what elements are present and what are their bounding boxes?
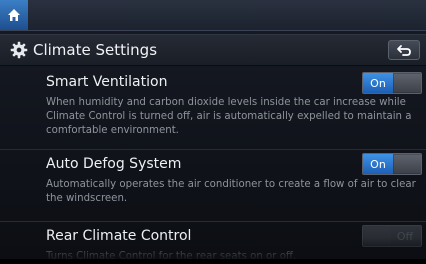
toggle-off-label: Off [396, 229, 414, 243]
back-arrow-icon [397, 45, 411, 56]
toggle-on-label: On [363, 154, 393, 174]
setting-title: Auto Defog System [46, 156, 182, 172]
home-button[interactable] [0, 0, 28, 30]
title-bar: Climate Settings [0, 34, 426, 66]
setting-title: Rear Climate Control [46, 228, 192, 244]
auto-defog-toggle[interactable]: On [362, 153, 422, 175]
setting-description: Turns Climate Control for the rear seats… [46, 251, 297, 262]
toggle-on-label: On [363, 73, 393, 93]
top-bar [0, 0, 426, 31]
toggle-knob [394, 155, 421, 173]
toggle-knob [364, 227, 391, 245]
rear-climate-toggle[interactable]: Off [362, 225, 422, 247]
home-icon [8, 9, 20, 21]
gear-icon [10, 41, 28, 59]
climate-settings-screen: Climate Settings Smart Ventilation On Wh… [0, 0, 426, 262]
smart-ventilation-toggle[interactable]: On [362, 72, 422, 94]
setting-auto-defog-system[interactable]: Auto Defog System On Automatically opera… [0, 150, 426, 226]
setting-description: When humidity and carbon dioxide levels … [46, 97, 412, 136]
toggle-knob [394, 74, 421, 92]
setting-rear-climate-control[interactable]: Rear Climate Control Off Turns Climate C… [0, 222, 426, 262]
setting-smart-ventilation[interactable]: Smart Ventilation On When humidity and c… [0, 66, 426, 154]
setting-description: Automatically operates the air condition… [46, 179, 416, 204]
page-title: Climate Settings [33, 41, 158, 59]
back-button[interactable] [388, 40, 420, 60]
setting-title: Smart Ventilation [46, 74, 168, 90]
